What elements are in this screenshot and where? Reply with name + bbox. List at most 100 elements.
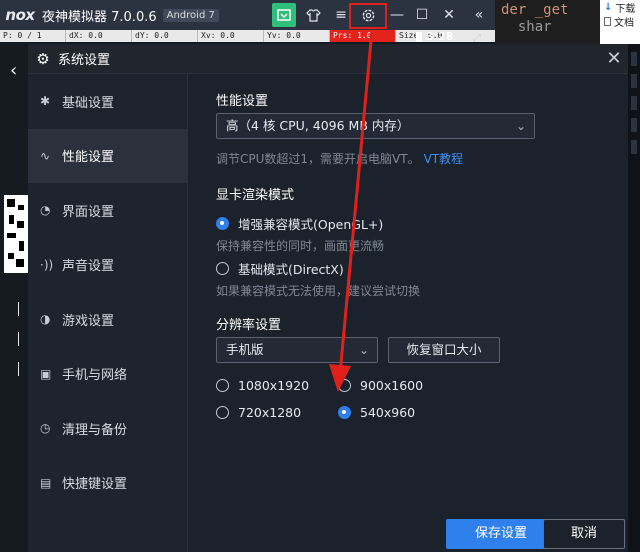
resolution-mode-select[interactable]: 手机版 ⌄ <box>216 337 378 363</box>
phone-network-icon: ▣ <box>40 366 52 381</box>
vt-tutorial-link[interactable]: VT教程 <box>424 152 464 166</box>
qr-code-fragment <box>4 195 28 273</box>
maximize-icon[interactable]: ☐ <box>410 3 434 27</box>
document-icon <box>604 16 611 26</box>
divider <box>18 302 19 316</box>
status-cell: Xv: 0.0 <box>198 30 264 42</box>
radio-unselected[interactable] <box>338 379 351 392</box>
radio-selected[interactable] <box>216 217 229 230</box>
chevron-down-icon: ⌄ <box>515 119 526 133</box>
dialog-header: ⚙ 系统设置 ✕ <box>28 44 628 74</box>
emulator-screen-edge: ‹ <box>0 42 28 552</box>
shirt-icon[interactable] <box>301 3 325 27</box>
radio-label: 基础模式(DirectX) <box>238 262 344 277</box>
radio-unselected[interactable] <box>216 262 229 275</box>
sidebar-item-5[interactable]: ▣ 手机与网络 <box>28 347 187 402</box>
resolution-option[interactable]: 720x1280 <box>216 405 301 420</box>
radio-selected[interactable] <box>338 406 351 419</box>
dialog-title: 系统设置 <box>58 53 111 68</box>
render-option2-hint: 如果兼容模式无法使用，建议尝试切换 <box>216 284 421 298</box>
radio-label: 720x1280 <box>238 405 302 420</box>
minimize-icon[interactable]: — <box>385 3 409 27</box>
gift-icon[interactable] <box>272 3 296 27</box>
code-line: shar <box>501 19 552 35</box>
chevron-down-icon: ⌄ <box>358 343 369 357</box>
resolution-option-selected[interactable]: 540x960 <box>338 405 415 420</box>
basic-settings-icon: ✱ <box>40 94 51 109</box>
explorer-item-document[interactable]: 文档 <box>600 14 640 29</box>
render-option-opengl[interactable]: 增强兼容模式(OpenGL+) <box>216 214 383 233</box>
screen: der _get shar ↓ 下载 文档 ‹ nox 夜神模拟器 7.0.0.6… <box>0 0 640 552</box>
sidebar-item-label: 快捷键设置 <box>62 477 128 493</box>
sidebar-item-label: 游戏设置 <box>62 313 115 329</box>
back-arrow-icon[interactable]: ‹ <box>10 60 17 81</box>
render-option-directx[interactable]: 基础模式(DirectX) <box>216 259 344 278</box>
sidebar-item-label: 手机与网络 <box>62 368 128 384</box>
settings-sidebar: ✱ 基础设置 ∿ 性能设置 ◔ 界面设置 ·)) 声音设置 ◑ 游戏设置 ▣ 手机与网络 ◷ 清理与备份 ▤… <box>28 74 188 552</box>
divider <box>18 332 19 346</box>
close-icon[interactable]: ✕ <box>437 3 461 27</box>
fullscreen-icon[interactable]: ⤢ <box>473 33 481 44</box>
sidebar-item-6[interactable]: ◷ 清理与备份 <box>28 401 187 456</box>
palette-icon: ◔ <box>40 203 51 218</box>
sidebar-item-label: 基础设置 <box>62 95 115 111</box>
code-line: der _get <box>501 2 569 18</box>
sidebar-item-4[interactable]: ◑ 游戏设置 <box>28 292 187 347</box>
performance-icon: ∿ <box>40 148 51 163</box>
nox-logo: nox <box>5 6 35 24</box>
keyboard-icon: ▤ <box>40 475 52 490</box>
sidebar-item-label: 性能设置 <box>62 150 115 166</box>
save-settings-button[interactable]: 保存设置 <box>446 519 556 549</box>
performance-hint-text: 调节CPU数超过1，需要开启电脑VT。 <box>216 152 420 166</box>
performance-select-value: 高（4 核 CPU, 4096 MB 内存） <box>226 118 410 133</box>
sidebar-item-1[interactable]: ∿ 性能设置 <box>28 128 187 183</box>
sidebar-item-7[interactable]: ▤ 快捷键设置 <box>28 456 187 511</box>
radio-unselected[interactable] <box>216 406 229 419</box>
divider <box>18 362 19 376</box>
dialog-close-icon[interactable]: ✕ <box>604 49 624 69</box>
sidebar-item-3[interactable]: ·)) 声音设置 <box>28 238 187 293</box>
resolution-option[interactable]: 1080x1920 <box>216 378 309 393</box>
emulator-titlebar: nox 夜神模拟器 7.0.0.6 Android 7 ≡ — ☐ ✕ « <box>0 0 495 30</box>
radio-unselected[interactable] <box>216 379 229 392</box>
annotation-highlight-box <box>349 3 387 29</box>
explorer-item-label: 文档 <box>614 17 634 29</box>
resolution-option[interactable]: 900x1600 <box>338 378 423 393</box>
radio-label: 540x960 <box>360 405 416 420</box>
resolution-section-title: 分辨率设置 <box>216 318 282 333</box>
collapse-sidebar-icon[interactable]: « <box>467 3 491 27</box>
performance-select[interactable]: 高（4 核 CPU, 4096 MB 内存） ⌄ <box>216 113 535 139</box>
radio-label: 增强兼容模式(OpenGL+) <box>238 217 384 232</box>
render-option1-hint: 保持兼容性的同时，画面更流畅 <box>216 239 385 253</box>
android-status-clock: 3:28 <box>416 30 453 44</box>
settings-content: 性能设置 高（4 核 CPU, 4096 MB 内存） ⌄ 调节CPU数超过1，… <box>188 74 628 552</box>
status-cell-pressure: Prs: 1.0 <box>330 30 396 42</box>
explorer-item-download[interactable]: ↓ 下载 <box>600 0 640 15</box>
performance-section-title: 性能设置 <box>216 94 269 109</box>
status-cell: dX: 0.0 <box>66 30 132 42</box>
radio-label: 1080x1920 <box>238 378 310 393</box>
performance-hint: 调节CPU数超过1，需要开启电脑VT。 VT教程 <box>216 150 463 167</box>
system-settings-dialog: ⚙ 系统设置 ✕ ✱ 基础设置 ∿ 性能设置 ◔ 界面设置 ·)) 声音设置 ◑ 游戏设置 ▣ 手机与… <box>28 44 628 552</box>
explorer-item-label: 下载 <box>615 3 636 15</box>
status-cell: P: 0 / 1 <box>0 30 66 42</box>
settings-gear-icon: ⚙ <box>36 49 50 68</box>
render-section-title: 显卡渲染模式 <box>216 188 295 203</box>
sidebar-item-label: 声音设置 <box>62 259 115 275</box>
sidebar-item-label: 清理与备份 <box>62 422 128 438</box>
sidebar-item-0[interactable]: ✱ 基础设置 <box>28 74 187 129</box>
status-cell: Yv: 0.0 <box>264 30 330 42</box>
gamepad-icon: ◑ <box>40 312 51 327</box>
cancel-button[interactable]: 取消 <box>543 519 625 549</box>
sidebar-item-label: 界面设置 <box>62 204 115 220</box>
app-title: 夜神模拟器 7.0.0.6 <box>42 9 157 25</box>
radio-label: 900x1600 <box>360 378 424 393</box>
download-arrow-icon: ↓ <box>604 1 613 13</box>
status-cell: dY: 0.0 <box>132 30 198 42</box>
file-explorer-fragment: ↓ 下载 文档 <box>600 0 640 44</box>
code-editor-fragment: der _get shar <box>495 0 600 44</box>
cleanup-icon: ◷ <box>40 421 51 436</box>
sidebar-item-2[interactable]: ◔ 界面设置 <box>28 183 187 238</box>
resolution-mode-value: 手机版 <box>226 342 264 357</box>
restore-window-size-button[interactable]: 恢复窗口大小 <box>388 337 500 363</box>
